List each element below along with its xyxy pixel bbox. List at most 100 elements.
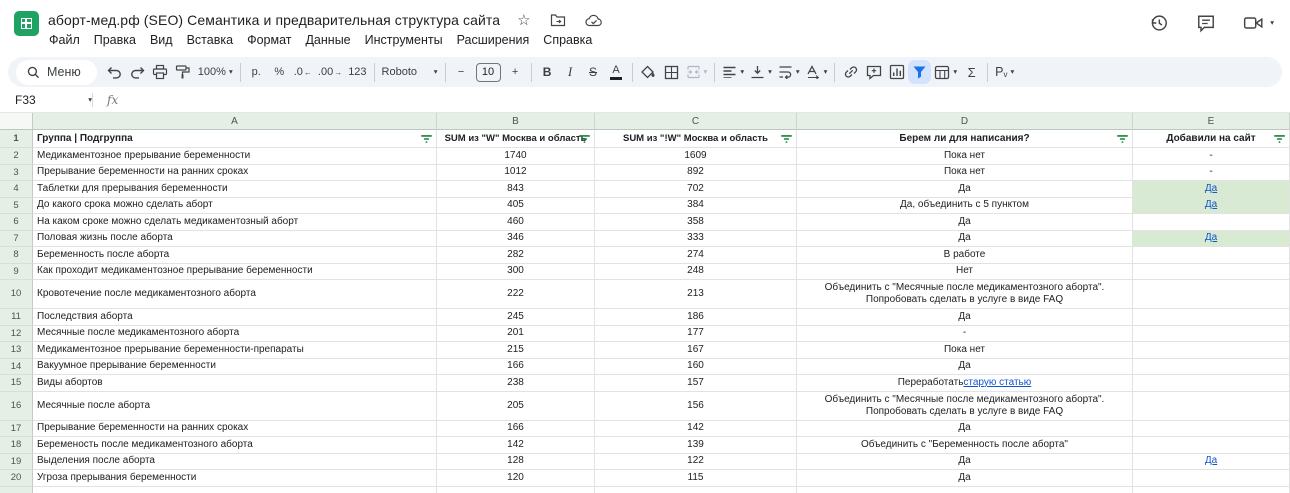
cell-e[interactable]	[1133, 342, 1290, 359]
cell-c[interactable]: 142	[595, 421, 797, 438]
cell-a[interactable]: Виды абортов	[33, 375, 437, 392]
redo-button[interactable]	[126, 60, 149, 84]
cell-d[interactable]: Объединить с "Месячные после медикаменто…	[797, 392, 1133, 421]
cell-d[interactable]: Да	[797, 309, 1133, 326]
row-number[interactable]: 13	[0, 342, 33, 359]
vertical-align-button[interactable]: ▾	[747, 60, 775, 84]
cell-d[interactable]: В работе	[797, 247, 1133, 264]
cell-a[interactable]: Вакуумное прерывание беременности	[33, 359, 437, 376]
cell-c[interactable]: 186	[595, 309, 797, 326]
cell-c[interactable]: 160	[595, 359, 797, 376]
cell-c[interactable]: 213	[595, 280, 797, 309]
cell-a[interactable]: На каком сроке можно сделать медикаменто…	[33, 214, 437, 231]
cell-e[interactable]	[1133, 309, 1290, 326]
font-select[interactable]: Roboto▾	[379, 60, 441, 84]
row-number[interactable]: 16	[0, 392, 33, 421]
column-header-e[interactable]: E	[1133, 113, 1290, 130]
cell-e[interactable]: -	[1133, 148, 1290, 165]
menu-data[interactable]: Данные	[298, 31, 357, 49]
cell-e[interactable]	[1133, 280, 1290, 309]
cell-e[interactable]: -	[1133, 165, 1290, 182]
cell-d[interactable]: -	[797, 326, 1133, 343]
column-header-d[interactable]: D	[797, 113, 1133, 130]
header-cell-a[interactable]: Группа | Подгруппа	[33, 130, 437, 148]
cell-b[interactable]: 128	[437, 454, 595, 471]
filter-icon[interactable]	[1117, 134, 1128, 143]
functions-button[interactable]: Σ	[960, 60, 983, 84]
row-number[interactable]: 20	[0, 470, 33, 487]
search-menus-button[interactable]: Меню	[16, 60, 97, 85]
star-icon[interactable]: ☆	[517, 13, 530, 28]
filter-icon[interactable]	[1274, 134, 1285, 143]
row-number[interactable]: 7	[0, 231, 33, 248]
cell-c[interactable]: 274	[595, 247, 797, 264]
select-all-corner[interactable]	[0, 113, 33, 130]
cell-e[interactable]	[1133, 264, 1290, 281]
cell-e[interactable]	[1133, 421, 1290, 438]
cell-b[interactable]: 215	[437, 342, 595, 359]
insert-chart-button[interactable]	[885, 60, 908, 84]
cell-c[interactable]: 115	[595, 470, 797, 487]
column-header-b[interactable]: B	[437, 113, 595, 130]
row-number[interactable]: 3	[0, 165, 33, 182]
cell-d[interactable]: Да	[797, 470, 1133, 487]
cell-b[interactable]: 120	[437, 470, 595, 487]
cell-c[interactable]	[595, 487, 797, 493]
cell-e-link[interactable]: Да	[1205, 232, 1217, 244]
cell-d[interactable]: Переработать старую статью	[797, 375, 1133, 392]
cell-e[interactable]: Да	[1133, 181, 1290, 198]
cell-e[interactable]	[1133, 359, 1290, 376]
cell-b[interactable]: 300	[437, 264, 595, 281]
cell-d[interactable]: Да	[797, 454, 1133, 471]
row-number[interactable]: 9	[0, 264, 33, 281]
print-button[interactable]	[149, 60, 172, 84]
cell-b[interactable]: 346	[437, 231, 595, 248]
increase-font-size-button[interactable]: +	[504, 60, 527, 84]
cell-d[interactable]: Объединить с "Месячные после медикаменто…	[797, 280, 1133, 309]
cell-c[interactable]: 702	[595, 181, 797, 198]
cell-e-link[interactable]: Да	[1205, 455, 1217, 467]
cell-a[interactable]: Таблетки для прерывания беременности	[33, 181, 437, 198]
comments-button[interactable]	[1196, 14, 1216, 33]
cell-b[interactable]: 238	[437, 375, 595, 392]
cell-b[interactable]: 1740	[437, 148, 595, 165]
row-number[interactable]: 11	[0, 309, 33, 326]
zoom-select[interactable]: 100%▾	[195, 60, 236, 84]
cell-a[interactable]: Выделения после аборта	[33, 454, 437, 471]
row-number[interactable]: 12	[0, 326, 33, 343]
cell-e[interactable]	[1133, 487, 1290, 493]
menu-insert[interactable]: Вставка	[180, 31, 240, 49]
menu-help[interactable]: Справка	[536, 31, 599, 49]
cell-a[interactable]: Беременость после медикаментозного аборт…	[33, 437, 437, 454]
cell-d[interactable]: Пока нет	[797, 165, 1133, 182]
filter-icon[interactable]	[579, 134, 590, 143]
row-number[interactable]: 8	[0, 247, 33, 264]
merge-cells-button[interactable]: ▾	[683, 60, 711, 84]
cell-a[interactable]: Месячные после аборта	[33, 392, 437, 421]
cell-b[interactable]: 460	[437, 214, 595, 231]
cell-d[interactable]: Да	[797, 359, 1133, 376]
cell-b[interactable]: 405	[437, 198, 595, 215]
cell-d-link[interactable]: старую статью	[963, 377, 1031, 389]
document-title[interactable]: аборт-мед.рф (SEO) Семантика и предварит…	[48, 12, 500, 28]
cell-d[interactable]: Да	[797, 421, 1133, 438]
cell-b[interactable]: 1012	[437, 165, 595, 182]
fill-color-button[interactable]	[637, 60, 660, 84]
cell-a[interactable]: До какого срока можно сделать аборт	[33, 198, 437, 215]
cell-a[interactable]: Половая жизнь после аборта	[33, 231, 437, 248]
version-history-button[interactable]	[1149, 13, 1169, 33]
name-box[interactable]: F33 ▾	[0, 93, 92, 107]
cell-a[interactable]: Прерывание беременности на ранних сроках	[33, 165, 437, 182]
cell-d[interactable]	[797, 487, 1133, 493]
header-cell-e[interactable]: Добавили на сайт	[1133, 130, 1290, 148]
cell-e-link[interactable]: Да	[1205, 183, 1217, 195]
cell-c[interactable]: 1609	[595, 148, 797, 165]
cell-d[interactable]: Объединить с "Беременность после аборта"	[797, 437, 1133, 454]
strikethrough-button[interactable]: S	[582, 60, 605, 84]
paint-format-button[interactable]	[172, 60, 195, 84]
cell-c[interactable]: 167	[595, 342, 797, 359]
cell-e-link[interactable]: Да	[1205, 199, 1217, 211]
header-cell-b[interactable]: SUM из "W" Москва и область	[437, 130, 595, 148]
cell-a[interactable]: Как проходит медикаментозное прерывание …	[33, 264, 437, 281]
move-folder-icon[interactable]	[550, 13, 566, 27]
